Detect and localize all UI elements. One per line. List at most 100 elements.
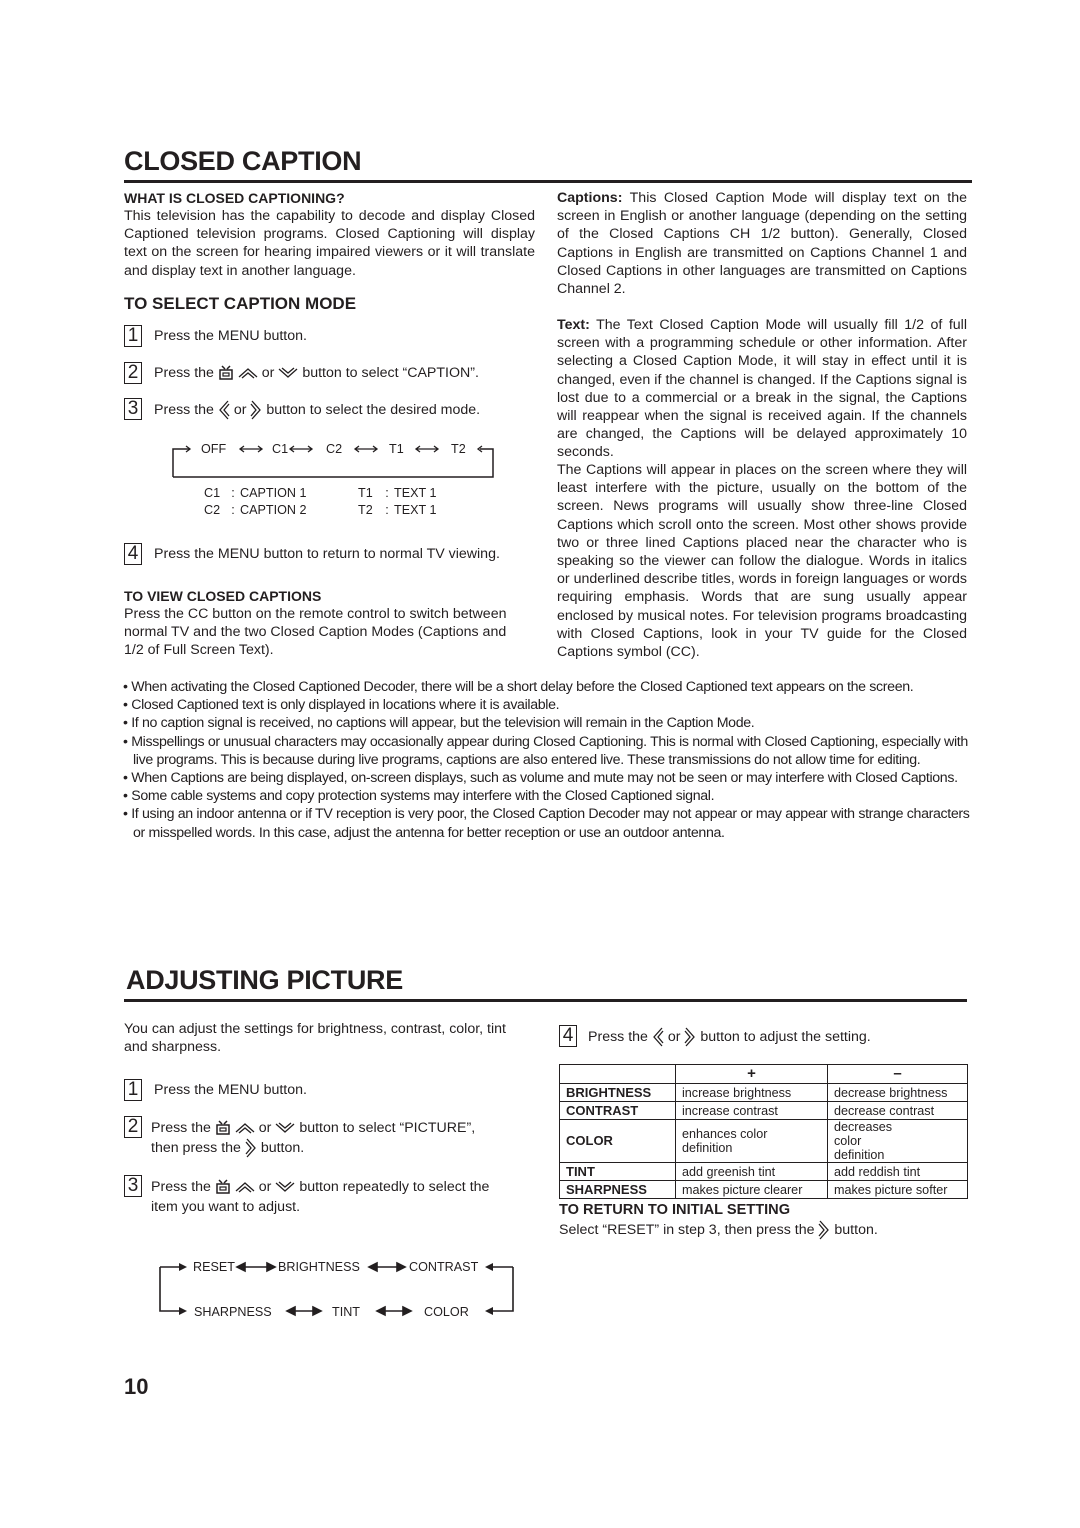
row-label: COLOR [559, 1119, 676, 1163]
table-row: CONTRAST increase contrast decrease cont… [559, 1101, 968, 1120]
table-row: BRIGHTNESS increase brightness decrease … [559, 1083, 968, 1102]
step-number: 2 [124, 1116, 142, 1138]
step-number: 1 [124, 1079, 142, 1101]
captions-paragraph: Captions: This Closed Caption Mode will … [557, 189, 967, 298]
pic-step-3: 3 Press the or button repeatedly to sele… [124, 1175, 489, 1217]
tv-channel-icon [219, 365, 233, 380]
step-text: Press the MENU button. [154, 1082, 307, 1098]
note-item: • Closed Captioned text is only displaye… [123, 696, 971, 714]
row-label: SHARPNESS [559, 1180, 676, 1199]
step-text: Press the [588, 1028, 648, 1045]
step-text: button to select “CAPTION”. [302, 365, 479, 381]
tv-channel-icon [216, 1179, 230, 1194]
pic-step-2: 2 Press the or button to select “PICTURE… [124, 1116, 475, 1158]
table-row: SHARPNESS makes picture clearer makes pi… [559, 1180, 968, 1199]
double-right-chevron-icon [245, 1138, 256, 1158]
minus-effect: decrease brightness [827, 1083, 968, 1102]
bullet-icon: • [123, 806, 128, 823]
legend-label: TEXT 1 [394, 503, 437, 517]
reset-text: Select “RESET” in step 3, then press the [559, 1221, 815, 1238]
double-right-chevron-icon [250, 400, 262, 420]
double-down-chevron-icon [275, 1122, 295, 1134]
row-label: TINT [559, 1162, 676, 1181]
bullet-icon: • [123, 679, 128, 695]
table-row: COLOR enhances color definition decrease… [559, 1119, 968, 1163]
double-arrow-icon [285, 1305, 323, 1317]
minus-effect: decreases color definition [827, 1119, 968, 1163]
header-plus: + [675, 1064, 828, 1084]
arrow-right-icon [179, 1263, 187, 1271]
plus-effect: enhances color definition [675, 1119, 828, 1163]
reset-heading: TO RETURN TO INITIAL SETTING [559, 1202, 791, 1218]
legend-sep: : [385, 503, 389, 517]
note-text: Closed Captioned text is only displayed … [131, 697, 560, 714]
item-tint: TINT [332, 1305, 360, 1319]
step-text: button repeatedly to select the [299, 1179, 490, 1195]
view-captions-heading: TO VIEW CLOSED CAPTIONS [124, 588, 322, 604]
note-item: • If using an indoor antenna or if TV re… [123, 805, 971, 841]
legend-label: CAPTION 2 [240, 503, 307, 517]
item-contrast: CONTRAST [409, 1260, 479, 1274]
double-arrow-icon [414, 445, 440, 453]
double-up-chevron-icon [235, 1123, 255, 1134]
step-number: 3 [124, 1175, 142, 1197]
double-right-chevron-icon [684, 1027, 696, 1047]
cc-step-1: 1 Press the MENU button. [124, 325, 307, 347]
mode-c2: C2 [326, 442, 343, 456]
text-label: Text: [557, 317, 590, 333]
legend-sep: : [231, 486, 235, 500]
reset-text: button. [834, 1221, 878, 1238]
header-minus: – [827, 1064, 968, 1084]
step-text: button to adjust the setting. [700, 1028, 871, 1045]
arrow-right-icon [179, 1307, 187, 1315]
note-text: Some cable systems and copy protection s… [131, 788, 715, 805]
what-is-heading: WHAT IS CLOSED CAPTIONING? [124, 190, 345, 206]
minus-effect: decrease contrast [827, 1101, 968, 1120]
or-text: or [258, 1120, 272, 1136]
double-right-chevron-icon [818, 1220, 830, 1240]
cc-step-2: 2 Press the or button to select “CAPTION… [124, 362, 479, 384]
pic-step-4: 4 Press the or button to adjust the sett… [559, 1025, 871, 1047]
mode-c1: C1 [272, 442, 289, 456]
bullet-icon: • [123, 715, 128, 732]
double-arrow-icon [353, 445, 379, 453]
double-up-chevron-icon [235, 1182, 255, 1193]
legend-code: T2 [358, 503, 373, 517]
what-is-body: This television has the capability to de… [124, 208, 535, 279]
legend-label: CAPTION 1 [240, 486, 307, 500]
title-rule [124, 180, 972, 183]
note-item: • When Captions are being displayed, on-… [123, 769, 971, 787]
step-number: 4 [124, 543, 142, 565]
step-number: 1 [124, 325, 142, 347]
step-text: Press the [151, 1120, 211, 1136]
mode-off: OFF [201, 442, 227, 456]
step-number: 4 [559, 1025, 577, 1047]
legend-sep: : [385, 486, 389, 500]
bullet-icon: • [123, 697, 128, 714]
captions-label: Captions: [557, 190, 623, 206]
plus-effect: add greenish tint [675, 1162, 828, 1181]
row-label: BRIGHTNESS [559, 1083, 676, 1102]
title-rule [124, 999, 967, 1002]
note-item: • Some cable systems and copy protection… [123, 787, 971, 805]
step-text: Press the [151, 1179, 211, 1195]
double-arrow-icon [238, 445, 264, 453]
double-arrow-icon [288, 445, 314, 453]
placement-paragraph: The Captions will appear in places on th… [557, 462, 967, 661]
double-arrow-icon [375, 1305, 413, 1317]
header-cell [559, 1064, 676, 1084]
text-body: The Text Closed Caption Mode will usuall… [557, 317, 967, 461]
note-text: When Captions are being displayed, on-sc… [131, 770, 958, 787]
step-text: Press the [154, 365, 214, 381]
arrow-left-icon [485, 1263, 493, 1271]
tv-channel-icon [216, 1120, 230, 1135]
or-text: or [258, 1179, 272, 1195]
select-mode-heading: TO SELECT CAPTION MODE [124, 294, 357, 313]
legend-label: TEXT 1 [394, 486, 437, 500]
cc-step-4: 4 Press the MENU button to return to nor… [124, 543, 500, 565]
step-text: button to select the desired mode. [266, 401, 481, 418]
note-text: If no caption signal is received, no cap… [131, 715, 755, 732]
minus-effect: makes picture softer [827, 1180, 968, 1199]
adjust-intro: You can adjust the settings for brightne… [124, 1021, 506, 1056]
step-text: item you want to adjust. [151, 1199, 301, 1215]
